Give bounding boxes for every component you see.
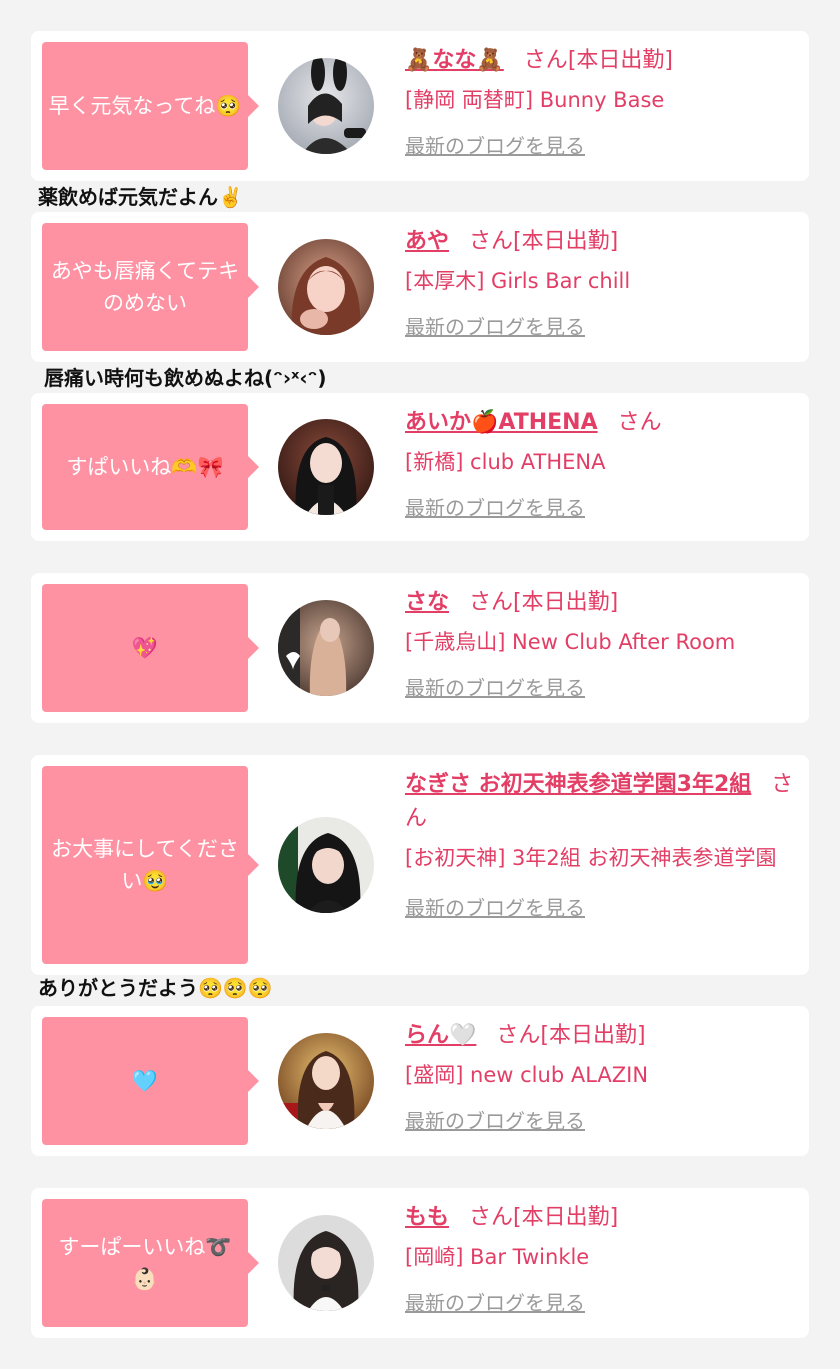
avatar[interactable]	[278, 239, 374, 335]
message-bubble: 早く元気なってね🥺	[42, 42, 259, 170]
shop-info: [静岡 両替町] Bunny Base	[405, 88, 665, 112]
message-card: すぱいいね🫶🎀 あいか🍎ATHENA さん [新橋] club ATHENA 最新…	[31, 393, 809, 541]
reply-text: 薬飲めば元気だよん✌️	[38, 185, 243, 209]
girl-name-link[interactable]: あや	[405, 229, 449, 254]
message-card: 🩵 らん🤍 さん[本日出勤] [盛岡] new club ALAZIN 最新のブロ…	[31, 1006, 809, 1156]
message-bubble: あやも唇痛くてテキのめない	[42, 223, 259, 351]
blog-link[interactable]: 最新のブログを見る	[405, 1287, 585, 1316]
message-bubble: お大事にしてください🥹	[42, 766, 259, 964]
blog-link[interactable]: 最新のブログを見る	[405, 1105, 585, 1134]
avatar[interactable]	[278, 817, 374, 913]
girl-name-link[interactable]: 🧸なな🧸	[405, 48, 504, 73]
honorific: さん	[617, 410, 662, 435]
status-badge: [本日出勤]	[513, 1205, 619, 1230]
blog-link[interactable]: 最新のブログを見る	[405, 311, 585, 340]
shop-info: [新橋] club ATHENA	[405, 450, 606, 474]
avatar[interactable]	[278, 600, 374, 696]
shop-info: [盛岡] new club ALAZIN	[405, 1063, 649, 1087]
status-badge: [本日出勤]	[513, 590, 619, 615]
message-bubble: 🩵	[42, 1017, 259, 1145]
avatar[interactable]	[278, 419, 374, 515]
message-text: すーぱーいいね➰👶🏻	[58, 1235, 232, 1291]
message-text: 💖	[131, 636, 159, 660]
blog-link[interactable]: 最新のブログを見る	[405, 492, 585, 521]
girl-name-link[interactable]: さな	[405, 590, 449, 615]
honorific: さん	[523, 48, 568, 73]
message-text: すぱいいね🫶🎀	[66, 455, 224, 479]
blog-link[interactable]: 最新のブログを見る	[405, 130, 585, 159]
message-card: 早く元気なってね🥺 🧸なな🧸 さん[本日出勤] [静岡 両替町] Bunny Ba…	[31, 31, 809, 181]
reply-text: 唇痛い時何も飲めぬよね(ᵔ›ˣ‹ᵔ)	[44, 366, 327, 390]
shop-info: [岡崎] Bar Twinkle	[405, 1245, 590, 1269]
avatar[interactable]	[278, 1033, 374, 1129]
message-card: あやも唇痛くてテキのめない あや さん[本日出勤] [本厚木] Girls Bar…	[31, 212, 809, 362]
status-badge: [本日出勤]	[567, 48, 673, 73]
girl-name-link[interactable]: らん🤍	[405, 1023, 476, 1048]
avatar[interactable]	[278, 58, 374, 154]
message-bubble: すぱいいね🫶🎀	[42, 404, 259, 530]
honorific: さん	[469, 590, 514, 615]
girl-name-link[interactable]: あいか🍎ATHENA	[405, 410, 598, 435]
avatar[interactable]	[278, 1215, 374, 1311]
girl-name-link[interactable]: もも	[405, 1205, 449, 1230]
message-bubble: すーぱーいいね➰👶🏻	[42, 1199, 259, 1327]
blog-link[interactable]: 最新のブログを見る	[405, 892, 585, 921]
status-badge: [本日出勤]	[540, 1023, 646, 1048]
shop-info: [お初天神] 3年2組 お初天神表参道学園	[405, 846, 777, 870]
shop-info: [本厚木] Girls Bar chill	[405, 269, 631, 293]
message-text: お大事にしてください🥹	[51, 837, 239, 893]
message-card: すーぱーいいね➰👶🏻 もも さん[本日出勤] [岡崎] Bar Twinkle 最…	[31, 1188, 809, 1338]
message-card: お大事にしてください🥹 なぎさ お初天神表参道学園3年2組 さん [お初天神] 3…	[31, 755, 809, 975]
message-bubble: 💖	[42, 584, 259, 712]
shop-info: [千歳烏山] New Club After Room	[405, 630, 736, 654]
message-text: 早く元気なってね🥺	[48, 94, 242, 118]
message-text: 🩵	[131, 1069, 159, 1093]
status-badge: [本日出勤]	[513, 229, 619, 254]
message-text: あやも唇痛くてテキのめない	[50, 259, 240, 315]
message-card: 💖 さな さん[本日出勤] [千歳烏山] New Club After Room …	[31, 573, 809, 723]
girl-name-link[interactable]: なぎさ お初天神表参道学園3年2組	[405, 772, 751, 797]
honorific: さん	[496, 1023, 541, 1048]
reply-text: ありがとうだよう🥺🥺🥺	[38, 976, 273, 1000]
honorific: さん	[469, 1205, 514, 1230]
blog-link[interactable]: 最新のブログを見る	[405, 672, 585, 701]
honorific: さん	[469, 229, 514, 254]
